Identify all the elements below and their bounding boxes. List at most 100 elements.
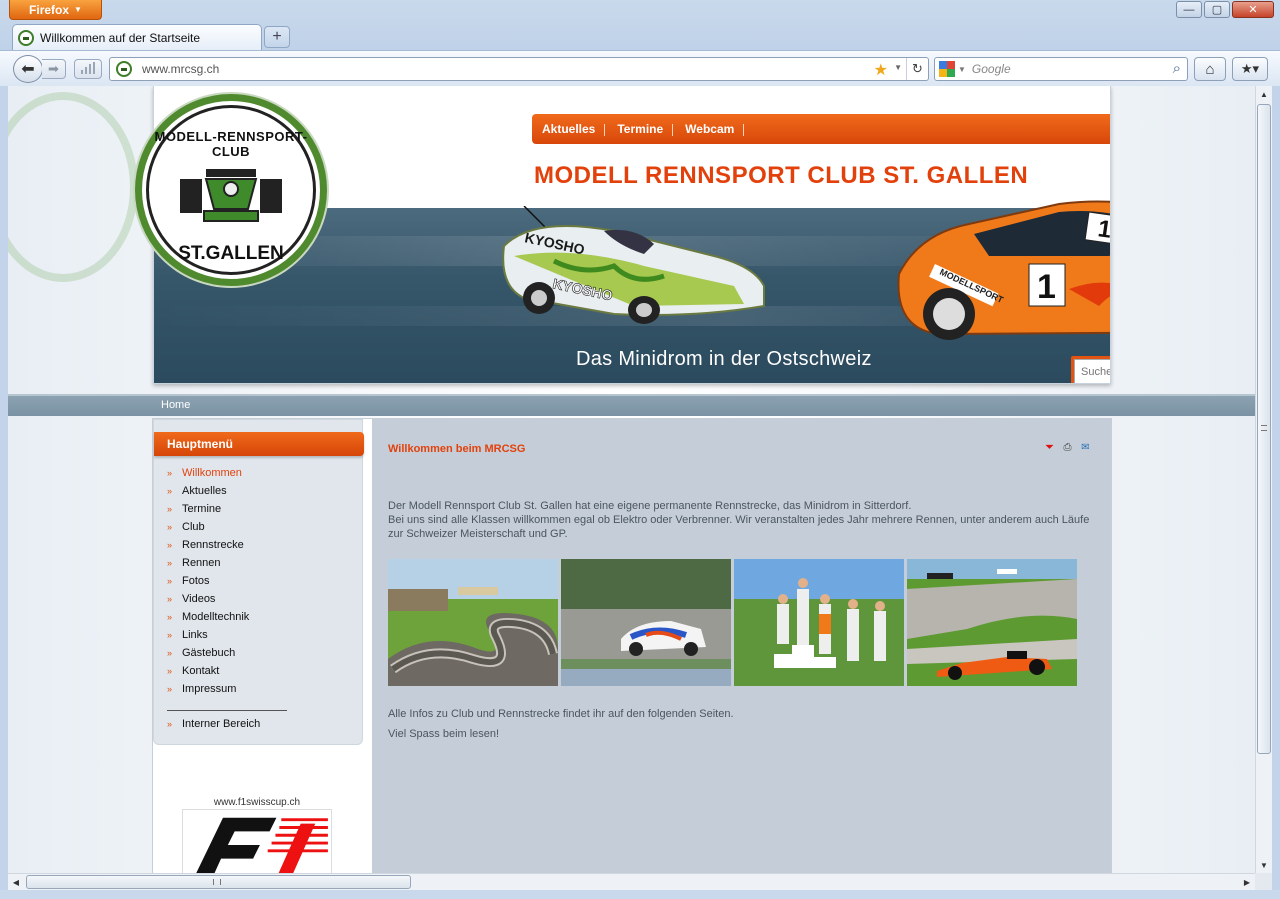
menu-item-videos[interactable]: » Videos — [167, 590, 249, 608]
plus-icon: + — [272, 28, 282, 45]
google-icon[interactable] — [939, 61, 955, 77]
vertical-scrollbar[interactable]: ▲ ▼ — [1255, 86, 1272, 873]
menu-divider — [167, 710, 287, 711]
pdf-icon[interactable]: ⏷ — [1043, 441, 1056, 454]
sidebar: Hauptmenü » Willkommen » Aktuelles » Termin… — [153, 419, 372, 873]
close-window-button[interactable]: ✕ — [1232, 1, 1274, 18]
page-viewport: KYOSHO KYOSHO MODELLSPORT 1 1 Aktuelles … — [8, 86, 1255, 873]
back-arrow-icon: ⬅ — [21, 61, 35, 78]
breadcrumb: Home — [8, 394, 1255, 416]
topnav-webcam[interactable]: Webcam — [685, 122, 745, 136]
main-menu-list: » Willkommen » Aktuelles » Termine » Club » R… — [167, 464, 249, 698]
address-bar[interactable]: www.mrcsg.ch ★ ▼ ↻ — [109, 57, 929, 81]
photo-gallery — [388, 559, 1077, 686]
double-chevron-icon: » — [167, 719, 173, 729]
touring-car-motion-photo[interactable] — [561, 559, 731, 686]
menu-item-rennstrecke[interactable]: » Rennstrecke — [167, 536, 249, 554]
minimize-button[interactable]: — — [1176, 1, 1202, 18]
back-button[interactable]: ⬅ — [13, 55, 43, 83]
double-chevron-icon: » — [167, 486, 173, 496]
forward-arrow-icon: ➡ — [48, 61, 59, 76]
double-chevron-icon: » — [167, 612, 173, 622]
email-icon[interactable]: ✉ — [1079, 441, 1092, 454]
url-history-dropdown-icon[interactable]: ▼ — [894, 63, 902, 72]
print-icon[interactable]: ⎙ — [1061, 441, 1074, 454]
forward-button[interactable]: ➡ — [42, 59, 66, 79]
formula-cars-photo[interactable] — [907, 559, 1077, 686]
double-chevron-icon: » — [167, 576, 173, 586]
search-engine-dropdown-icon[interactable]: ▼ — [958, 65, 966, 74]
site-identity-icon[interactable] — [116, 61, 132, 77]
new-tab-button[interactable]: + — [264, 26, 290, 48]
menu-item-kontakt[interactable]: » Kontakt — [167, 662, 249, 680]
menu-item-gaestebuch[interactable]: » Gästebuch — [167, 644, 249, 662]
rc-car-orange-bmw-image: MODELLSPORT 1 1 — [897, 200, 1111, 340]
browser-chrome: Firefox ▼ — ▢ ✕ Willkommen auf der Start… — [0, 0, 1280, 86]
home-button[interactable]: ⌂ — [1194, 57, 1226, 81]
page-stats-button[interactable] — [74, 59, 102, 79]
svg-text:1: 1 — [1037, 268, 1056, 306]
menu-item-rennen[interactable]: » Rennen — [167, 554, 249, 572]
chevron-down-icon: ▼ — [74, 5, 82, 14]
status-bar — [0, 890, 1280, 899]
menu-item-termine[interactable]: » Termine — [167, 500, 249, 518]
page-body: Hauptmenü » Willkommen » Aktuelles » Termin… — [152, 418, 1112, 873]
home-icon: ⌂ — [1205, 60, 1215, 78]
track-aerial-photo[interactable] — [388, 559, 558, 686]
scroll-up-arrow-icon[interactable]: ▲ — [1256, 86, 1272, 102]
bookmarks-button[interactable]: ★▾ — [1232, 57, 1268, 81]
podium-photo[interactable] — [734, 559, 904, 686]
scroll-right-arrow-icon[interactable]: ▶ — [1239, 874, 1255, 890]
window-controls: — ▢ ✕ — [1176, 1, 1274, 18]
menu-item-modelltechnik[interactable]: » Modelltechnik — [167, 608, 249, 626]
menu-item-interner-bereich[interactable]: » Interner Bereich — [167, 715, 260, 733]
site-tagline: Das Minidrom in der Ostschweiz — [576, 348, 872, 370]
scroll-left-arrow-icon[interactable]: ◀ — [8, 874, 24, 890]
menu-item-links[interactable]: » Links — [167, 626, 249, 644]
reload-icon: ↻ — [912, 61, 923, 76]
magnifier-icon[interactable]: ⌕ — [1173, 60, 1181, 77]
menu-item-club[interactable]: » Club — [167, 518, 249, 536]
browser-tab-active[interactable]: Willkommen auf der Startseite — [12, 24, 262, 50]
double-chevron-icon: » — [167, 594, 173, 604]
url-text[interactable]: www.mrcsg.ch — [142, 62, 219, 76]
double-chevron-icon: » — [167, 648, 173, 658]
menu-item-willkommen[interactable]: » Willkommen — [167, 464, 249, 482]
maximize-button[interactable]: ▢ — [1204, 1, 1230, 18]
menu-item-fotos[interactable]: » Fotos — [167, 572, 249, 590]
club-logo[interactable]: MODELL-RENNSPORT-CLUB ST.GALLEN — [135, 94, 327, 286]
intro-line-2: Bei uns sind alle Klassen willkommen ega… — [388, 514, 1090, 540]
breadcrumb-home-link[interactable]: Home — [161, 399, 190, 411]
main-menu-title: Hauptmenü — [154, 432, 364, 456]
main-menu: Hauptmenü » Willkommen » Aktuelles » Termin… — [153, 419, 364, 745]
double-chevron-icon: » — [167, 684, 173, 694]
bookmark-star-icon[interactable]: ★ — [874, 60, 888, 80]
article-tools: ⏷ ⎙ ✉ — [1043, 441, 1092, 454]
svg-text:1: 1 — [1096, 215, 1111, 244]
menu-item-aktuelles[interactable]: » Aktuelles — [167, 482, 249, 500]
double-chevron-icon: » — [167, 468, 173, 478]
horizontal-scrollbar[interactable]: ◀ ▶ — [8, 873, 1255, 890]
background-logo-watermark — [8, 92, 138, 282]
double-chevron-icon: » — [167, 540, 173, 550]
menu-item-impressum[interactable]: » Impressum — [167, 680, 249, 698]
f1-logo-banner[interactable] — [182, 809, 332, 873]
main-content: Willkommen beim MRCSG ⏷ ⎙ ✉ Der Modell R… — [372, 419, 1111, 873]
site-title: MODELL RENNSPORT CLUB ST. GALLEN — [534, 162, 1029, 189]
topnav-aktuelles[interactable]: Aktuelles — [542, 122, 606, 136]
intro-text: Der Modell Rennsport Club St. Gallen hat… — [388, 499, 1100, 541]
window-frame-left — [0, 86, 8, 890]
f1-banner-url[interactable]: www.f1swisscup.ch — [153, 797, 361, 808]
vertical-scroll-thumb[interactable] — [1257, 104, 1271, 754]
browser-search-input[interactable]: Google — [972, 62, 1011, 76]
logo-bottom-text: ST.GALLEN — [178, 243, 284, 264]
double-chevron-icon: » — [167, 558, 173, 568]
browser-search-box[interactable]: ▼ Google ⌕ — [934, 57, 1188, 81]
site-search-input[interactable] — [1074, 359, 1110, 383]
horizontal-scroll-thumb[interactable] — [26, 875, 411, 889]
scroll-down-arrow-icon[interactable]: ▼ — [1256, 857, 1272, 873]
double-chevron-icon: » — [167, 630, 173, 640]
topnav-termine[interactable]: Termine — [617, 122, 673, 136]
reload-button[interactable]: ↻ — [906, 58, 928, 80]
firefox-menu-button[interactable]: Firefox ▼ — [9, 0, 102, 20]
